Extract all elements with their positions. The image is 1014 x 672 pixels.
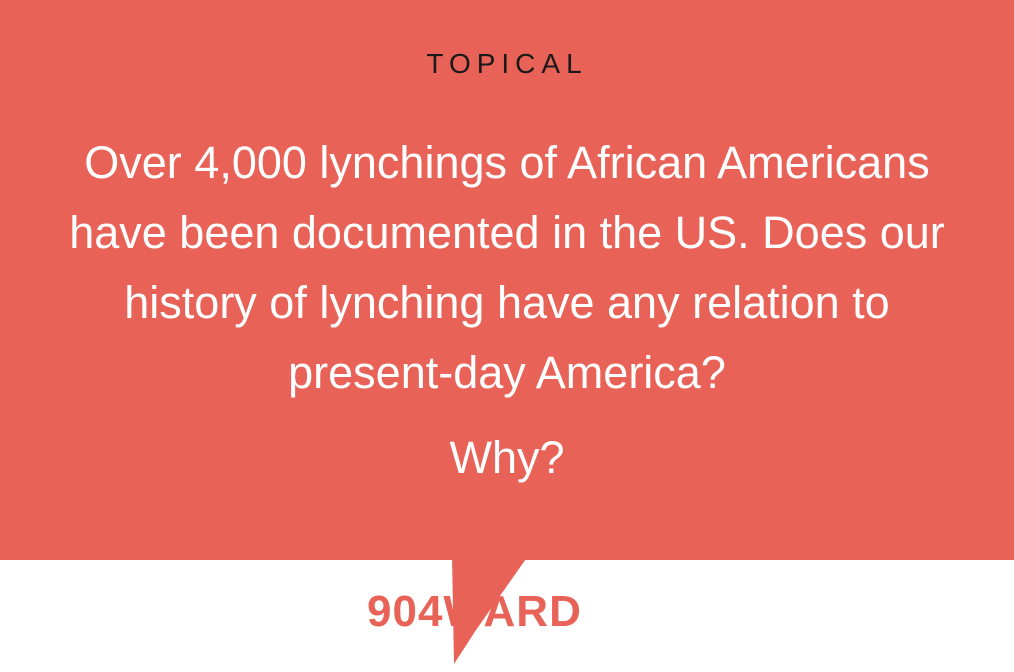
brand-logo: 904WARD (367, 587, 582, 636)
category-label: TOPICAL (426, 48, 588, 79)
question-text: Over 4,000 lynchings of African American… (69, 137, 945, 398)
prompt-card: TOPICAL Over 4,000 lynchings of African … (0, 0, 1014, 672)
followup-text: Why? (449, 432, 565, 483)
